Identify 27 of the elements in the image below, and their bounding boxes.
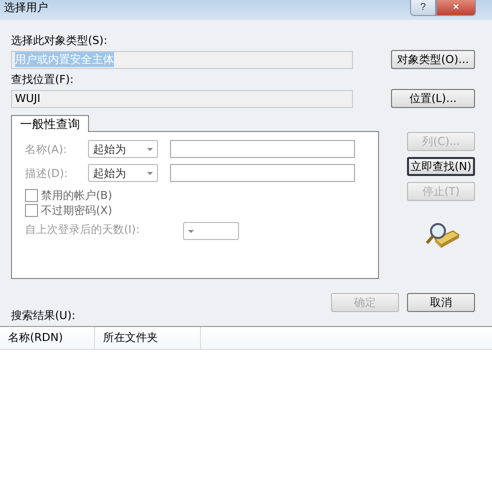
- location-button[interactable]: 位置(L)...: [391, 89, 475, 108]
- dropdown[interactable]: 起始为: [88, 164, 158, 182]
- location-field[interactable]: WUJI: [11, 90, 353, 108]
- find-now-button[interactable]: 立即查找(N): [407, 157, 475, 176]
- close-button[interactable]: ×: [436, 0, 476, 16]
- dropdown[interactable]: [183, 222, 239, 240]
- search-icon: [425, 221, 461, 251]
- column-header[interactable]: 名称(RDN): [0, 327, 95, 349]
- results-label: 搜索结果(U):: [11, 310, 76, 322]
- tab[interactable]: 一般性查询: [11, 115, 89, 132]
- text-field[interactable]: [170, 140, 355, 158]
- dropdown[interactable]: 起始为: [88, 140, 158, 158]
- field-label: 查找位置(F):: [11, 73, 75, 87]
- help-button[interactable]: ?: [410, 0, 436, 16]
- field-label: 自上次登录后的天数(I):: [25, 222, 141, 236]
- column-header[interactable]: 所在文件夹: [95, 327, 201, 349]
- text-field[interactable]: [170, 164, 355, 182]
- field-label: 选择此对象类型(S):: [11, 34, 108, 48]
- checkbox[interactable]: [25, 189, 38, 202]
- checkbox[interactable]: [25, 204, 38, 217]
- field-label: 描述(D):: [25, 166, 69, 180]
- cancel-button[interactable]: 取消: [407, 293, 475, 312]
- field-label: 名称(A):: [25, 142, 68, 156]
- checkbox-label: 不过期密码(X): [41, 203, 112, 218]
- object-type-button[interactable]: 对象类型(O)...: [391, 50, 475, 69]
- window-title: 选择用户: [4, 1, 48, 15]
- checkbox-label: 禁用的帐户(B): [41, 188, 112, 203]
